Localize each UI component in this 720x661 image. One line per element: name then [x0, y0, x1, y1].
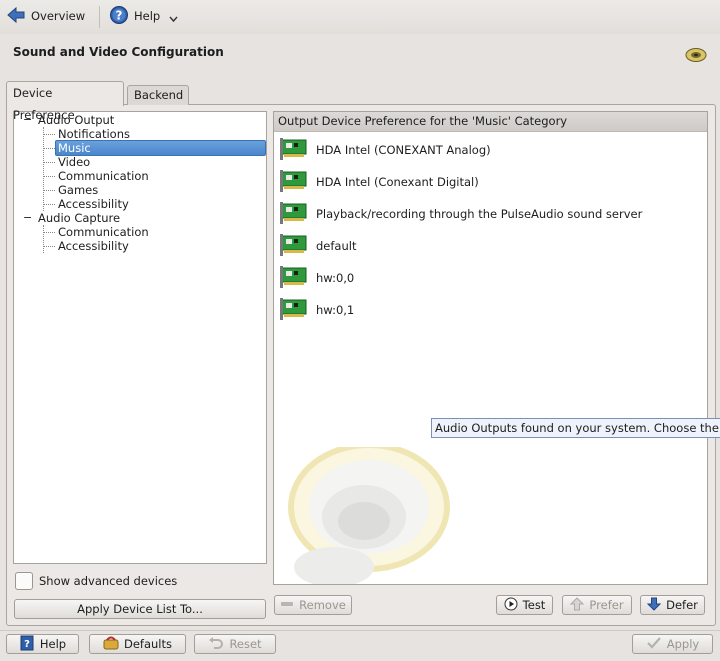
tree-line: [43, 232, 55, 233]
sound-card-icon: [278, 297, 308, 324]
overview-label: Overview: [31, 9, 86, 23]
speaker-icon: [684, 46, 708, 67]
tree-item-music[interactable]: Music: [55, 140, 266, 156]
help-icon: ?: [109, 5, 129, 28]
device-name: HDA Intel (Conexant Digital): [316, 175, 479, 189]
tree-item-capture-communication[interactable]: Communication: [58, 225, 149, 239]
category-tree: − Audio Output Notifications Music Video…: [13, 111, 267, 564]
play-icon: [504, 597, 518, 614]
tree-line: [43, 204, 55, 205]
help-menu-button[interactable]: ? Help: [109, 3, 178, 29]
test-button[interactable]: Test: [496, 595, 553, 615]
tree-line: [43, 225, 44, 253]
tree-item-notifications[interactable]: Notifications: [58, 127, 130, 141]
defaults-label: Defaults: [123, 637, 172, 651]
page-title: Sound and Video Configuration: [13, 45, 224, 59]
defer-label: Defer: [666, 598, 698, 612]
reset-label: Reset: [229, 637, 262, 651]
help-label: Help: [134, 9, 161, 23]
sound-card-icon: [278, 201, 308, 228]
undo-icon: [208, 636, 224, 653]
toolbar-separator: [99, 6, 100, 28]
sound-card-icon: [278, 137, 308, 164]
prefer-label: Prefer: [589, 598, 624, 612]
chevron-down-icon: [169, 12, 178, 26]
help-button-label: Help: [39, 637, 67, 651]
checkmark-icon: [646, 636, 662, 653]
remove-label: Remove: [299, 598, 346, 612]
device-item[interactable]: default: [278, 232, 356, 260]
prefer-button[interactable]: Prefer: [562, 595, 632, 615]
tree-item-capture-accessibility[interactable]: Accessibility: [58, 239, 129, 253]
tree-line: [43, 190, 55, 191]
speaker-watermark-icon: [274, 442, 454, 584]
apply-device-list-label: Apply Device List To...: [77, 602, 203, 616]
tab-backend[interactable]: Backend: [127, 85, 189, 105]
defaults-icon: [103, 635, 119, 654]
tree-line: [43, 246, 55, 247]
back-arrow-icon: [6, 5, 26, 28]
device-item[interactable]: HDA Intel (Conexant Digital): [278, 168, 479, 196]
device-name: Playback/recording through the PulseAudi…: [316, 207, 643, 221]
tree-line: [43, 176, 55, 177]
tree-item-games[interactable]: Games: [58, 183, 98, 197]
defer-button[interactable]: Defer: [640, 595, 705, 615]
device-name: hw:0,1: [316, 303, 355, 317]
footer-separator: [0, 630, 720, 631]
collapse-toggle-audio-capture[interactable]: −: [23, 211, 32, 224]
arrow-up-icon: [570, 596, 585, 614]
tree-item-communication[interactable]: Communication: [58, 169, 149, 183]
tree-item-video[interactable]: Video: [58, 155, 90, 169]
tab-device-preference[interactable]: Device Preference: [6, 81, 124, 122]
apply-label: Apply: [666, 637, 700, 651]
arrow-down-icon: [646, 597, 662, 614]
show-advanced-label: Show advanced devices: [39, 574, 178, 588]
device-item[interactable]: hw:0,1: [278, 296, 354, 324]
tab-label: Device Preference: [13, 86, 75, 122]
device-item[interactable]: hw:0,0: [278, 264, 354, 292]
tree-line: [43, 134, 55, 135]
help-button[interactable]: ? Help: [6, 634, 79, 654]
device-name: default: [316, 239, 357, 253]
tree-line: [43, 148, 55, 149]
device-name: HDA Intel (CONEXANT Analog): [316, 143, 491, 157]
tree-item-audio-capture[interactable]: Audio Capture: [38, 211, 120, 225]
sound-card-icon: [278, 265, 308, 292]
help-book-icon: ?: [19, 635, 35, 654]
svg-text:?: ?: [116, 8, 123, 22]
output-device-list: Output Device Preference for the 'Music'…: [273, 111, 708, 585]
test-label: Test: [522, 598, 546, 612]
sound-card-icon: [278, 169, 308, 196]
reset-button[interactable]: Reset: [194, 634, 276, 654]
tree-line: [43, 127, 44, 211]
apply-button[interactable]: Apply: [632, 634, 713, 654]
tab-label: Backend: [134, 88, 184, 102]
svg-text:?: ?: [24, 639, 30, 650]
show-advanced-checkbox[interactable]: [15, 572, 33, 590]
toolbar: [0, 0, 720, 34]
overview-button[interactable]: Overview: [6, 3, 85, 29]
remove-button[interactable]: Remove: [274, 595, 352, 615]
device-name: hw:0,0: [316, 271, 355, 285]
tooltip: Audio Outputs found on your system. Choo…: [431, 418, 720, 438]
device-list-header: Output Device Preference for the 'Music'…: [274, 112, 707, 132]
tree-item-accessibility[interactable]: Accessibility: [58, 197, 129, 211]
device-item[interactable]: HDA Intel (CONEXANT Analog): [278, 136, 491, 164]
device-item[interactable]: Playback/recording through the PulseAudi…: [278, 200, 642, 228]
tree-line: [43, 162, 55, 163]
remove-icon: [280, 598, 294, 612]
apply-device-list-button[interactable]: Apply Device List To...: [14, 599, 266, 619]
sound-card-icon: [278, 233, 308, 260]
defaults-button[interactable]: Defaults: [89, 634, 186, 654]
